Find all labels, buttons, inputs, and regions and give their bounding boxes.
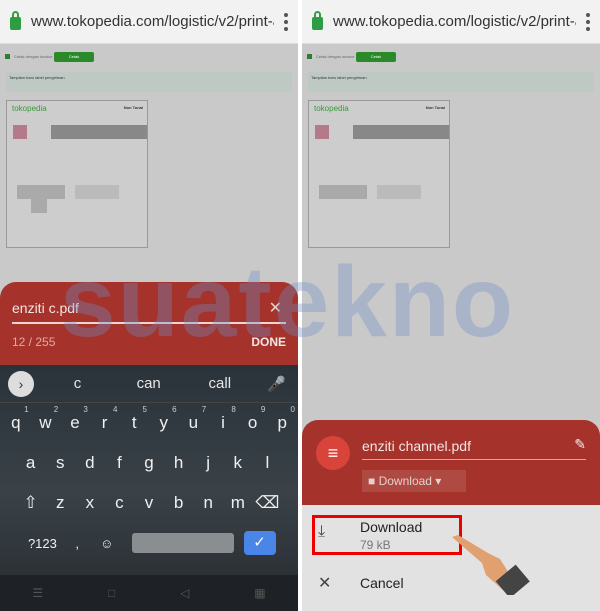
key-i[interactable]: i8 (208, 405, 238, 433)
key-b[interactable]: b (164, 493, 194, 513)
char-count: 12 / 255 (12, 335, 56, 349)
key-m[interactable]: m (223, 493, 253, 513)
key-f[interactable]: f (105, 453, 135, 473)
expand-icon[interactable]: › (8, 370, 34, 397)
key-r[interactable]: r4 (90, 405, 120, 433)
key-p[interactable]: p0 (267, 405, 297, 433)
logo: tokopedia (314, 104, 349, 113)
rename-dialog: enziti c.pdf ✕ 12 / 255 DONE (0, 282, 298, 372)
filename-input[interactable]: enziti c.pdf (12, 300, 286, 324)
menu-icon[interactable] (284, 12, 288, 31)
key-d[interactable]: d (75, 453, 105, 473)
key-u[interactable]: u7 (179, 405, 209, 433)
folder-select[interactable]: ■ Download ▾ (362, 470, 466, 492)
close-icon: ✕ (318, 575, 332, 592)
mic-icon[interactable]: 🎤 (267, 375, 286, 393)
key-y[interactable]: y6 (149, 405, 179, 433)
url-text: www.tokopedia.com/logistic/v2/print-a (333, 13, 576, 30)
key-w[interactable]: w2 (31, 405, 61, 433)
key-z[interactable]: z (45, 493, 75, 513)
key-k[interactable]: k (223, 453, 253, 473)
key-j[interactable]: j (193, 453, 223, 473)
shipping-label: tokopedia Non Tunai (308, 100, 450, 248)
download-options: ⤓ Download 79 kB ✕ Cancel (302, 505, 600, 611)
clear-icon[interactable]: ✕ (269, 298, 282, 318)
invoice-checkbox[interactable]: Cetak dengan invoice (5, 54, 52, 59)
key-g[interactable]: g (134, 453, 164, 473)
menu-icon[interactable] (586, 12, 590, 31)
key-h[interactable]: h (164, 453, 194, 473)
home-icon[interactable]: □ (108, 586, 115, 600)
highlight-box (312, 515, 462, 555)
pointing-hand-icon (452, 535, 530, 595)
label-badge: Non Tunai (123, 105, 143, 110)
keyboard: › c can call 🎤 q1w2e3r4t5y6u7i8o9p0 asdfg… (0, 365, 298, 575)
info-banner: Tampilan baru label pengiriman (6, 72, 292, 92)
lock-icon (312, 11, 323, 30)
symbols-key[interactable]: ?123 (22, 536, 62, 551)
address-bar[interactable]: www.tokopedia.com/logistic/v2/print-a (302, 0, 600, 44)
key-x[interactable]: x (75, 493, 105, 513)
file-icon: ≡ (316, 436, 350, 470)
address-bar[interactable]: www.tokopedia.com/logistic/v2/print-a (0, 0, 298, 44)
back-icon[interactable]: ◁ (180, 586, 189, 600)
key-v[interactable]: v (134, 493, 164, 513)
menu-nav-icon[interactable]: ☰ (32, 586, 43, 600)
suggestion[interactable]: call (184, 375, 255, 392)
done-button[interactable]: DONE (251, 335, 286, 349)
suggestion[interactable]: c (42, 375, 113, 392)
key-o[interactable]: o9 (238, 405, 268, 433)
download-sheet-header: ≡ enziti channel.pdf ✎ ■ Download ▾ (302, 420, 600, 505)
lock-icon (10, 11, 21, 30)
left-screen: www.tokopedia.com/logistic/v2/print-a Ce… (0, 0, 298, 611)
print-button[interactable]: Cetak (356, 52, 396, 62)
print-button[interactable]: Cetak (54, 52, 94, 62)
backspace-key[interactable]: ⌫ (253, 493, 283, 513)
shipping-label: tokopedia Non Tunai (6, 100, 148, 248)
right-screen: www.tokopedia.com/logistic/v2/print-a Ce… (302, 0, 600, 611)
cancel-option[interactable]: ✕ Cancel (302, 561, 600, 605)
key-q[interactable]: q1 (1, 405, 31, 433)
emoji-icon[interactable]: ☺ (92, 536, 122, 551)
label-badge: Non Tunai (425, 105, 445, 110)
enter-key[interactable]: ✓ (243, 531, 276, 555)
key-l[interactable]: l (253, 453, 283, 473)
shift-key[interactable]: ⇧ (16, 493, 46, 513)
filename-field[interactable]: enziti channel.pdf ✎ (362, 436, 586, 460)
invoice-checkbox[interactable]: Cetak dengan invoice (307, 54, 354, 59)
suggestion[interactable]: can (113, 375, 184, 392)
comma-key[interactable]: , (62, 536, 92, 551)
logo: tokopedia (12, 104, 47, 113)
info-banner: Tampilan baru label pengiriman (308, 72, 594, 92)
key-c[interactable]: c (105, 493, 135, 513)
keyboard-hide-icon[interactable]: ▦ (254, 586, 265, 600)
edit-icon[interactable]: ✎ (574, 436, 586, 453)
key-a[interactable]: a (16, 453, 46, 473)
folder-icon: ■ (368, 474, 379, 488)
key-t[interactable]: t5 (119, 405, 149, 433)
nav-bar: ☰ □ ◁ ▦ (0, 575, 298, 611)
key-n[interactable]: n (193, 493, 223, 513)
space-key[interactable] (131, 533, 234, 553)
key-e[interactable]: e3 (60, 405, 90, 433)
key-s[interactable]: s (45, 453, 75, 473)
url-text: www.tokopedia.com/logistic/v2/print-a (31, 13, 274, 30)
